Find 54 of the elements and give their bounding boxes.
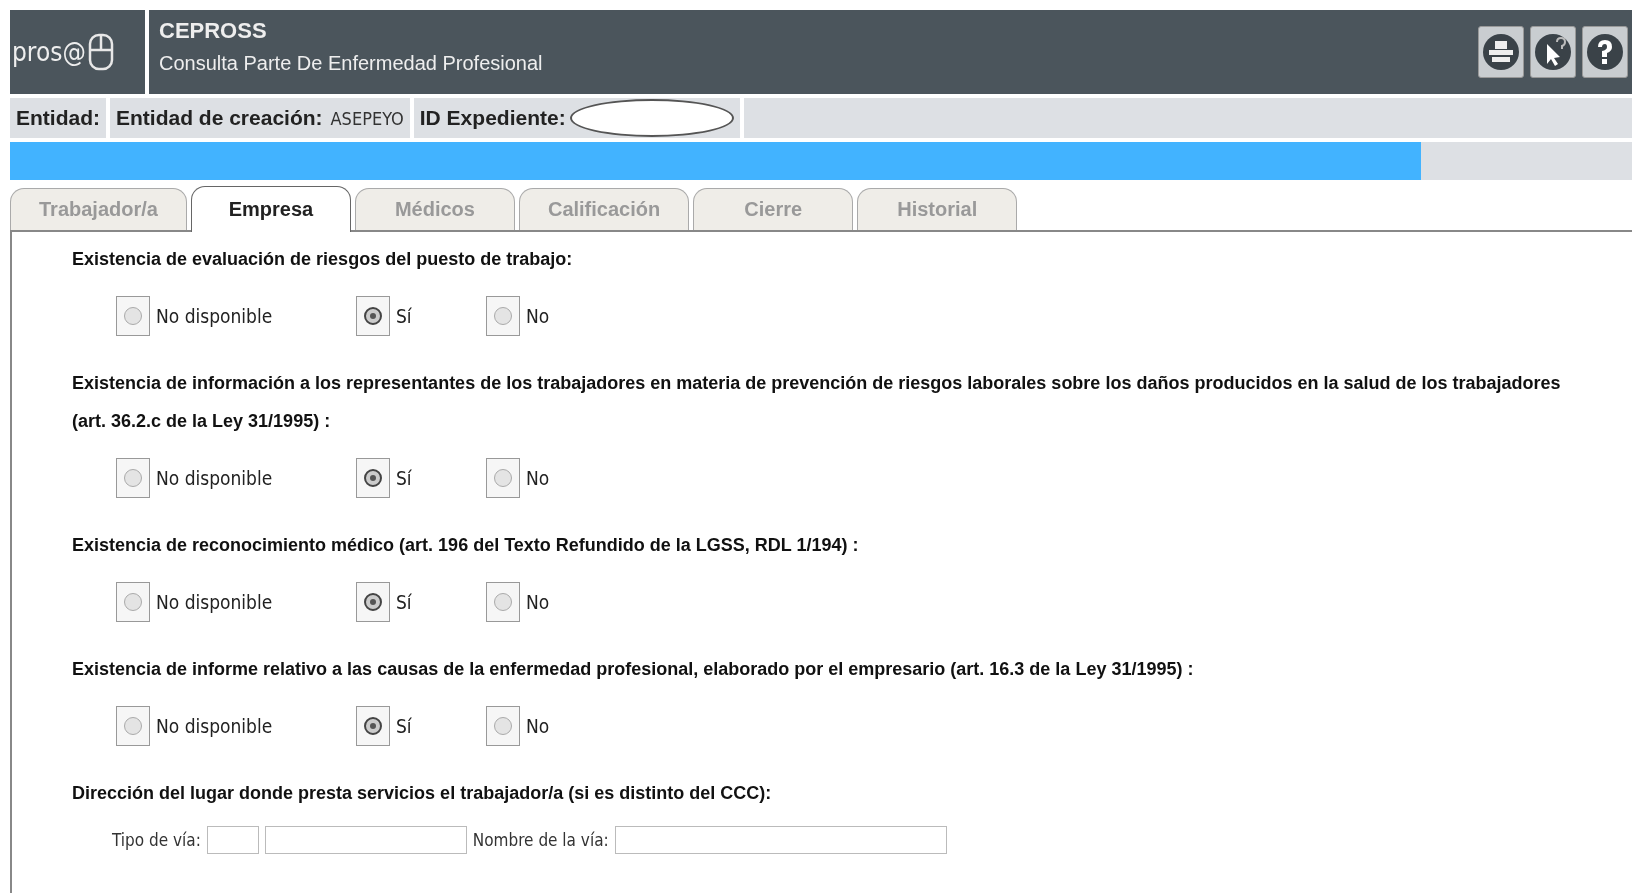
- tab[interactable]: Médicos: [354, 188, 515, 230]
- radio-button[interactable]: [486, 458, 520, 498]
- section-heading: Dirección del lugar donde presta servicios el trabajador/a (si es distinto del CCC):: [72, 782, 773, 805]
- print-button[interactable]: [1478, 26, 1524, 78]
- question-text: Existencia de reconocimiento médico (art. 196 del Texto Refundido de la LGSS, RDL 1/194) :: [72, 534, 860, 557]
- input-field[interactable]: [206, 826, 259, 854]
- info-label: Entidad de creación:: [116, 106, 323, 130]
- info-label: ID Expediente:: [419, 106, 566, 130]
- question-text: Existencia de evaluación de riesgos del puesto de trabajo:: [72, 248, 574, 271]
- option-label: No disponible: [156, 467, 273, 489]
- pointer-help-button[interactable]: [1530, 26, 1576, 78]
- option-label: Sí: [396, 591, 412, 613]
- question-text: Existencia de informe relativo a las causas de la enfermedad profesional, elaborado por el empresario (art. 16.3 de la Ley 31/1995) :: [72, 658, 1195, 681]
- option-label: No disponible: [156, 715, 273, 737]
- question-text: Existencia de información a los representantes de los trabajadores en materia de prevención de riesgos laborales sobre los daños producidos en la salud de los trabajadores (art. 36.2.c de la Ley 31/1995) :: [72, 372, 1562, 433]
- app-title: CEPROSS: [159, 18, 268, 44]
- option-label: Sí: [396, 305, 412, 327]
- input-field[interactable]: [264, 826, 467, 854]
- option-label: No: [526, 305, 550, 327]
- field-label: Tipo de vía:: [112, 830, 201, 850]
- option-label: No disponible: [156, 591, 273, 613]
- tab[interactable]: Trabajador/a: [10, 188, 187, 230]
- option-label: Sí: [396, 715, 412, 737]
- page-subtitle: Consulta Parte De Enfermedad Profesional: [159, 52, 544, 75]
- tab[interactable]: Calificación: [518, 188, 690, 230]
- option-label: No: [526, 591, 550, 613]
- tab[interactable]: Cierre: [693, 188, 854, 230]
- field-label: Nombre de la vía:: [472, 830, 609, 850]
- tab[interactable]: Empresa: [190, 186, 351, 232]
- radio-button[interactable]: [356, 458, 390, 498]
- radio-button[interactable]: [356, 582, 390, 622]
- radio-button[interactable]: [486, 582, 520, 622]
- info-label: Entidad:: [16, 106, 100, 130]
- option-label: Sí: [396, 467, 412, 489]
- radio-button[interactable]: [486, 706, 520, 746]
- radio-button[interactable]: [116, 296, 150, 336]
- radio-button[interactable]: [486, 296, 520, 336]
- option-label: No disponible: [156, 305, 273, 327]
- tab[interactable]: Historial: [857, 188, 1018, 230]
- mouse-icon: [87, 33, 114, 71]
- radio-button[interactable]: [356, 706, 390, 746]
- radio-button[interactable]: [116, 458, 150, 498]
- input-field[interactable]: [614, 826, 947, 854]
- info-value: ASEPEYO: [330, 107, 404, 129]
- pointer-question-icon: [1533, 32, 1573, 72]
- radio-button[interactable]: [356, 296, 390, 336]
- radio-button[interactable]: [116, 706, 150, 746]
- option-label: No: [526, 467, 550, 489]
- option-label: No: [526, 715, 550, 737]
- radio-button[interactable]: [116, 582, 150, 622]
- help-icon: [1585, 32, 1625, 72]
- help-button[interactable]: [1582, 26, 1628, 78]
- logo-text: pros@: [12, 37, 86, 67]
- printer-icon: [1481, 32, 1521, 72]
